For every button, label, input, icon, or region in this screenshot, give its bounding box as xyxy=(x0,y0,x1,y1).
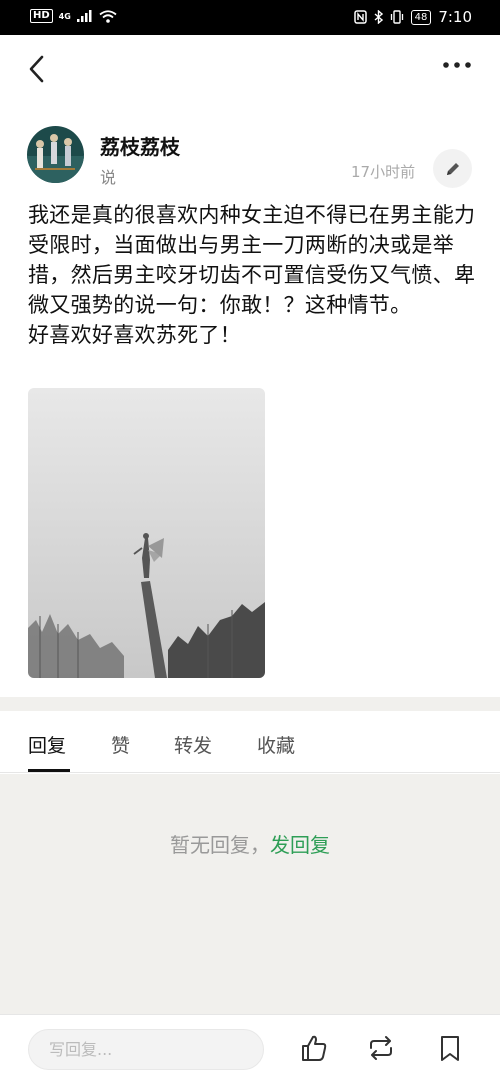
network-type: 4G xyxy=(58,11,71,21)
more-dots-icon[interactable] xyxy=(442,59,472,71)
status-left: HD 4G xyxy=(30,9,117,23)
battery-indicator: 48 xyxy=(410,9,432,25)
chevron-left-icon[interactable] xyxy=(22,51,52,87)
active-tab-indicator xyxy=(28,769,70,772)
hd-badge: HD xyxy=(30,9,53,23)
signal-icon xyxy=(76,10,92,22)
bluetooth-icon xyxy=(374,10,383,24)
empty-message: 暂无回复，发回复 xyxy=(0,829,500,858)
tab-favorite[interactable]: 收藏 xyxy=(257,731,295,758)
write-reply-link[interactable]: 发回复 xyxy=(270,833,330,857)
pencil-icon xyxy=(446,162,459,175)
author-name[interactable]: 荔枝荔枝 xyxy=(100,131,180,160)
tab-repost[interactable]: 转发 xyxy=(174,731,212,758)
post-body: 我还是真的很喜欢内种女主迫不得已在男主能力受限时，当面做出与男主一刀两断的决或是… xyxy=(28,203,476,347)
nfc-icon xyxy=(353,10,367,24)
status-right: 48 7:10 xyxy=(353,8,472,26)
section-separator xyxy=(0,697,500,711)
bookmark-icon[interactable] xyxy=(435,1033,465,1063)
post-type-label: 说 xyxy=(100,168,117,187)
wifi-icon xyxy=(99,9,117,23)
post-timestamp: 17小时前 xyxy=(351,163,416,181)
top-nav xyxy=(0,35,500,105)
replies-empty-state: 暂无回复，发回复 xyxy=(0,774,500,1014)
tab-bar: 回复 赞 转发 收藏 xyxy=(0,711,500,773)
tab-like[interactable]: 赞 xyxy=(111,731,130,758)
avatar[interactable] xyxy=(27,126,84,183)
empty-text: 暂无回复， xyxy=(170,833,270,857)
reply-input[interactable]: 写回复... xyxy=(28,1029,264,1070)
edit-button[interactable] xyxy=(433,149,472,188)
repost-icon[interactable] xyxy=(366,1033,396,1063)
status-bar: HD 4G 48 7:10 xyxy=(0,0,500,35)
status-time: 7:10 xyxy=(438,8,472,26)
post-image[interactable] xyxy=(28,388,265,678)
tab-reply[interactable]: 回复 xyxy=(28,731,66,758)
vibrate-icon xyxy=(390,10,403,24)
bottom-action-bar: 写回复... xyxy=(0,1014,500,1083)
like-icon[interactable] xyxy=(299,1033,329,1063)
